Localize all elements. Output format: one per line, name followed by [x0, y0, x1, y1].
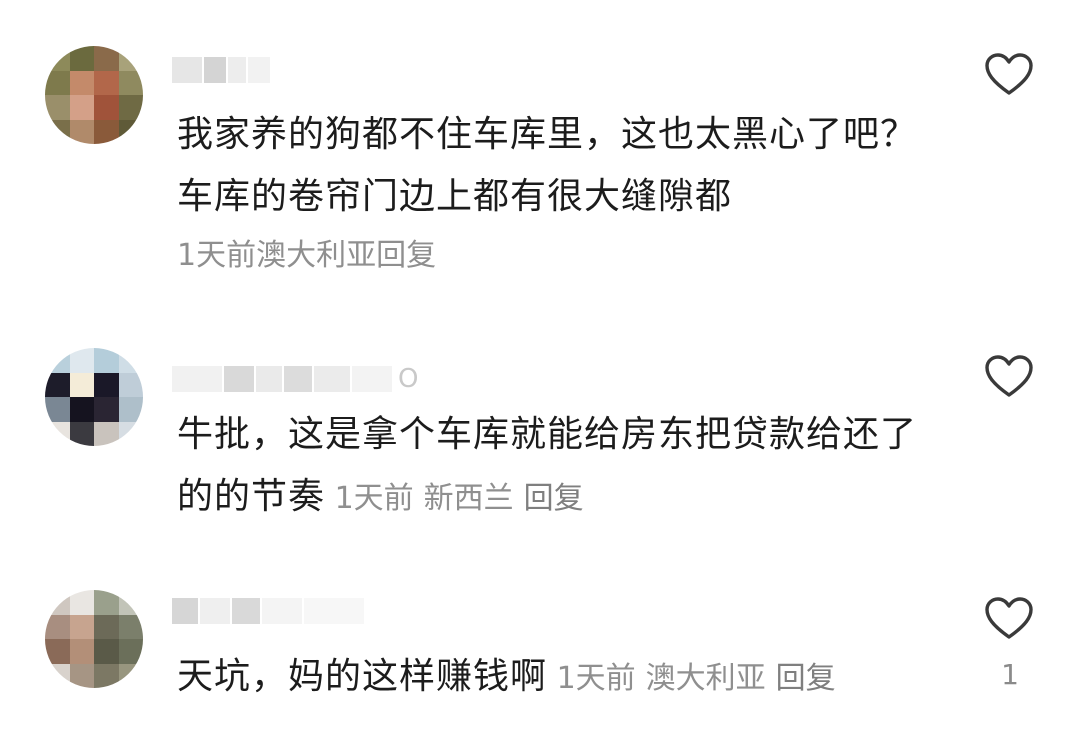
comment-meta: 1天前澳大利亚回复 — [177, 236, 436, 276]
location: 澳大利亚 — [645, 661, 766, 696]
location: 澳大利亚 — [256, 238, 377, 273]
reply-button[interactable]: 回复 — [524, 481, 584, 516]
reply-button[interactable]: 回复 — [376, 238, 436, 273]
comment-text: 牛批，这是拿个车库就能给房东把贷款给还了的的节奏 1天前 新西兰 回复 — [177, 414, 918, 517]
like-button[interactable] — [984, 596, 1034, 642]
timestamp: 1天前 — [334, 481, 414, 516]
heart-outline-icon — [985, 53, 1033, 95]
timestamp: 1天前 — [177, 238, 257, 273]
comment-item: 我家养的狗都不住车库里，这也太黑心了吧？车库的卷帘门边上都有很大缝隙都 1天前澳… — [0, 0, 1080, 300]
heart-outline-icon — [985, 355, 1033, 397]
username-blurred[interactable] — [172, 598, 364, 624]
like-button[interactable] — [984, 354, 1034, 400]
avatar[interactable] — [45, 348, 143, 446]
comment-item: O 牛批，这是拿个车库就能给房东把贷款给还了的的节奏 1天前 新西兰 回复 — [0, 300, 1080, 570]
avatar[interactable] — [45, 46, 143, 144]
avatar[interactable] — [45, 590, 143, 688]
username-blurred[interactable] — [172, 57, 270, 83]
location: 新西兰 — [423, 481, 514, 516]
username-blurred[interactable]: O — [172, 364, 420, 394]
comment-text: 我家养的狗都不住车库里，这也太黑心了吧？车库的卷帘门边上都有很大缝隙都 — [177, 114, 918, 217]
comment-text: 天坑，妈的这样赚钱啊 1天前 澳大利亚 回复 — [177, 656, 836, 697]
timestamp: 1天前 — [556, 661, 636, 696]
like-count: 1 — [1001, 658, 1019, 691]
comment-item: 天坑，妈的这样赚钱啊 1天前 澳大利亚 回复 1 — [0, 570, 1080, 734]
comment-meta: 1天前澳大利亚回复 — [547, 661, 836, 696]
comment-meta: 1天前 新西兰 回复 — [325, 481, 584, 516]
reply-button[interactable]: 回复 — [776, 661, 836, 696]
heart-outline-icon — [985, 597, 1033, 639]
like-button[interactable] — [984, 52, 1034, 98]
